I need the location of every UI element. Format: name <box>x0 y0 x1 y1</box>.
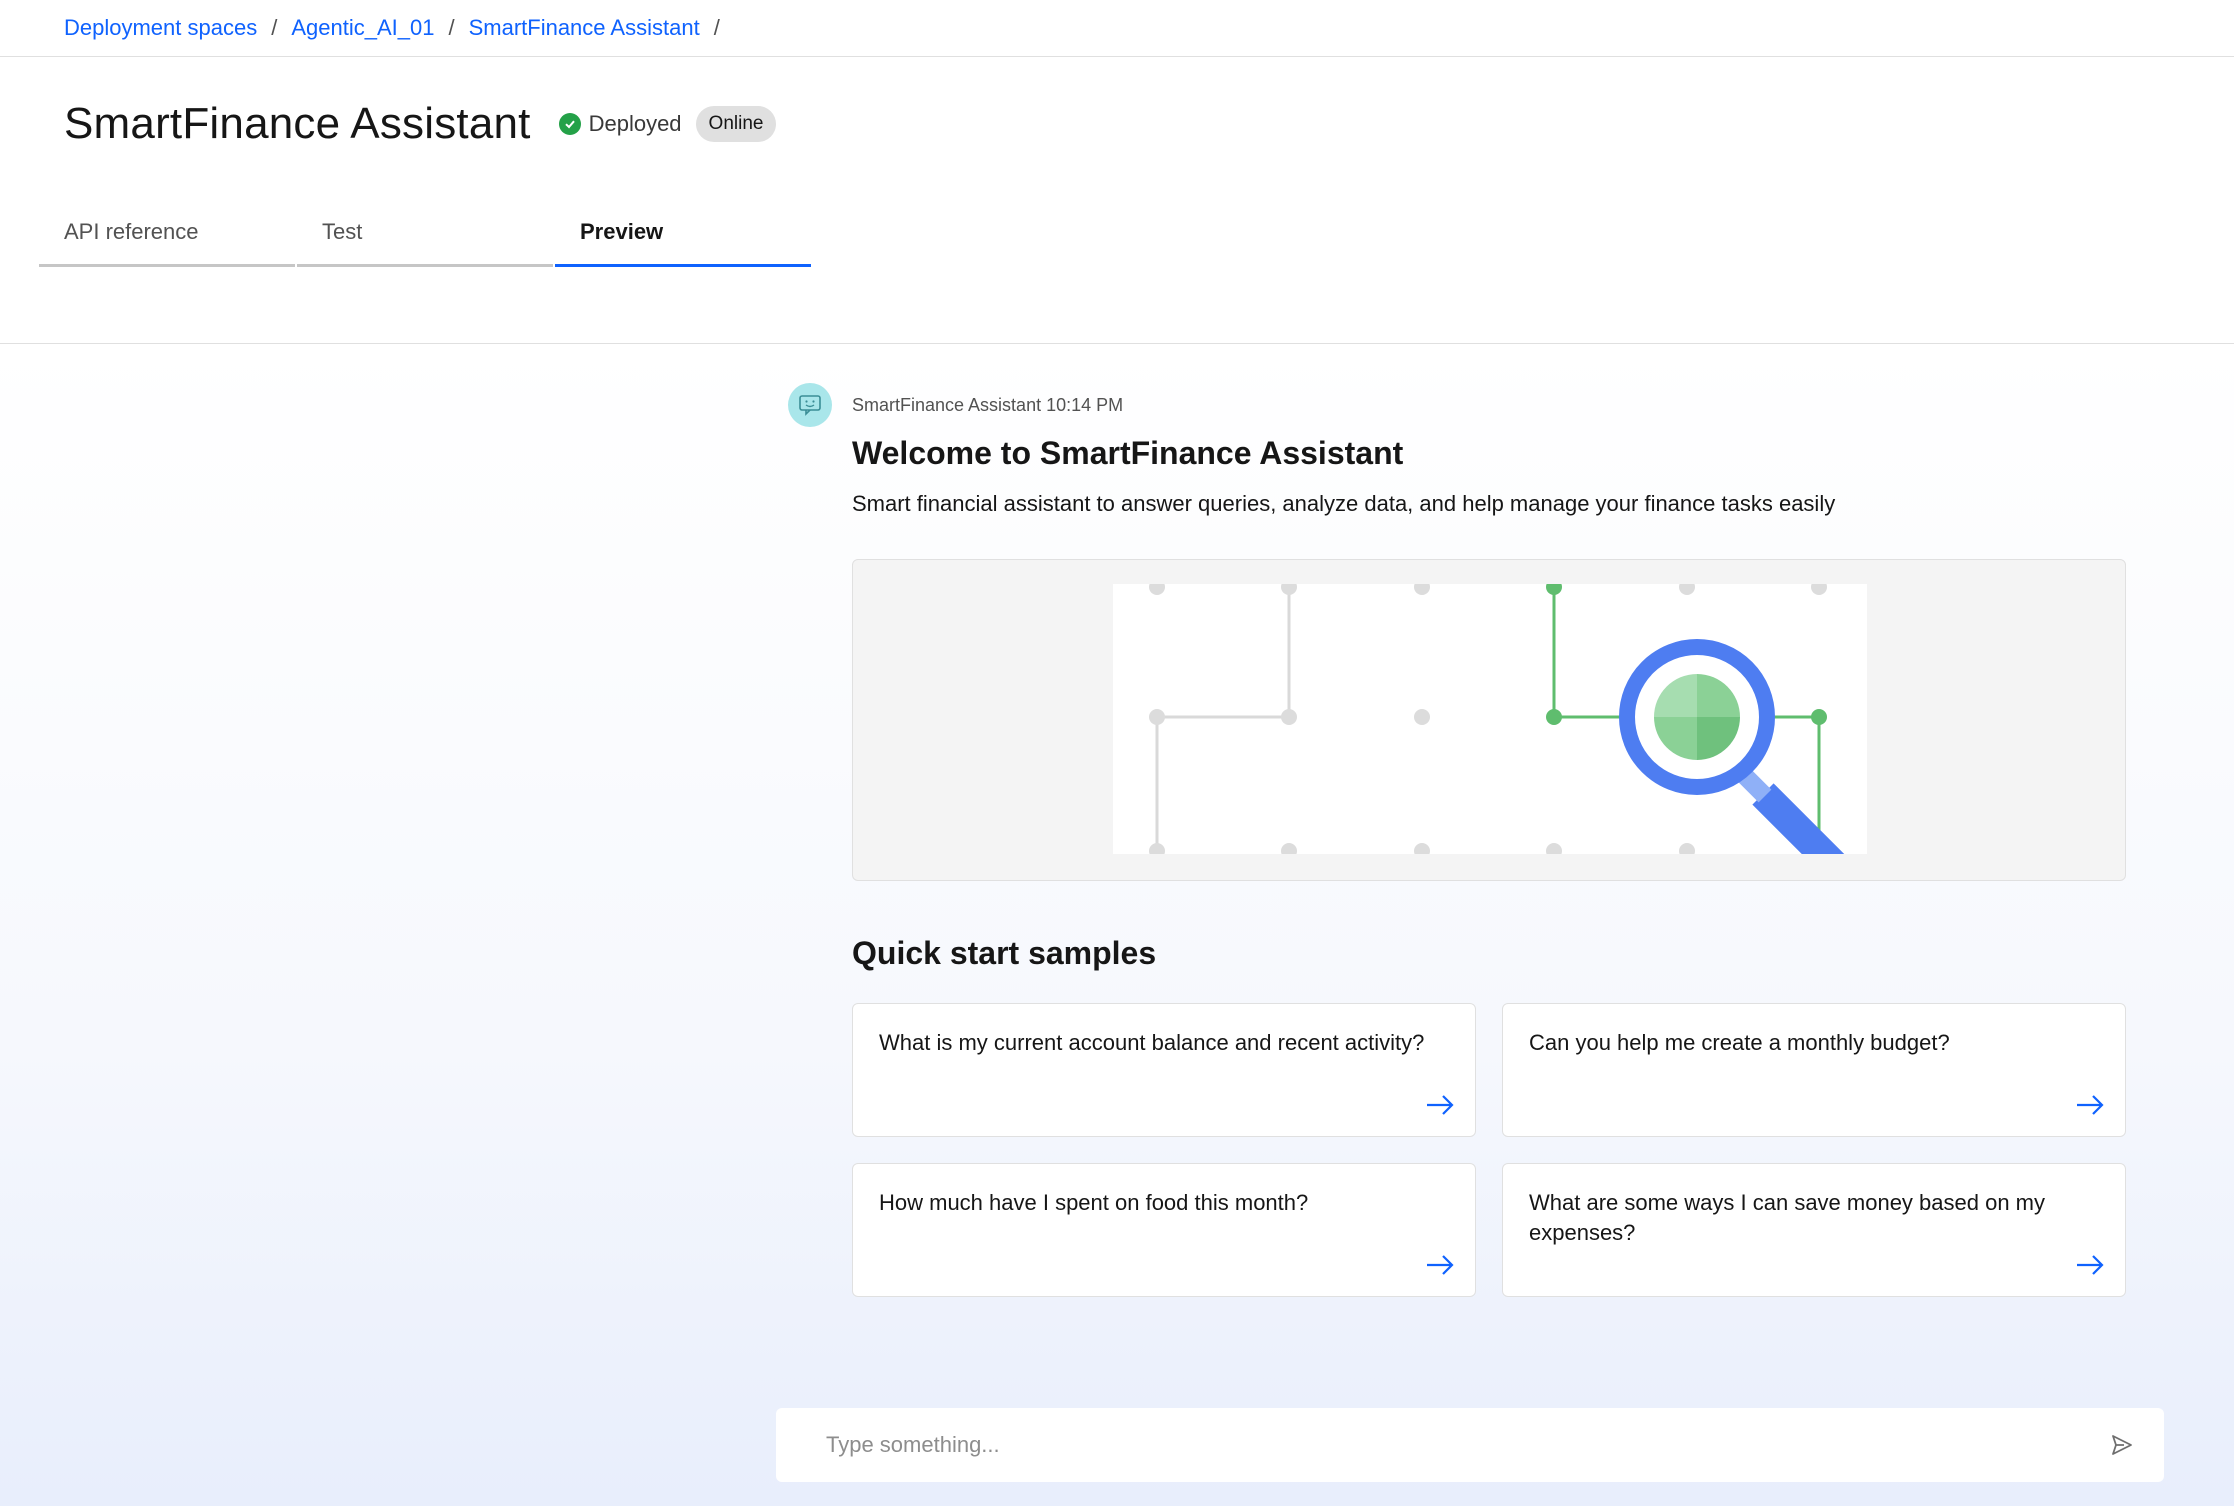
chat-input-bar <box>776 1408 2164 1482</box>
quick-start-card-text: Can you help me create a monthly budget? <box>1529 1030 1950 1055</box>
quick-start-card[interactable]: Can you help me create a monthly budget? <box>1502 1003 2126 1137</box>
deployment-status: Deployed <box>558 111 682 137</box>
chat-input[interactable] <box>826 1432 2110 1458</box>
arrow-right-icon <box>2077 1255 2104 1275</box>
arrow-right-icon <box>1427 1095 1454 1115</box>
breadcrumb-smartfinance[interactable]: SmartFinance Assistant <box>469 15 700 41</box>
tab-preview[interactable]: Preview <box>555 207 811 267</box>
assistant-avatar <box>788 383 832 427</box>
tab-test[interactable]: Test <box>297 207 553 267</box>
check-circle-icon <box>558 113 581 135</box>
arrow-right-icon <box>1427 1255 1454 1275</box>
breadcrumb-separator: / <box>448 15 455 40</box>
quick-start-card-text: How much have I spent on food this month… <box>879 1190 1309 1215</box>
page-title: SmartFinance Assistant <box>64 99 531 148</box>
status-label: Deployed <box>588 111 682 136</box>
hero-illustration-panel <box>852 559 2126 895</box>
quick-start-card-text: What is my current account balance and r… <box>879 1030 1425 1055</box>
quick-start-card[interactable]: How much have I spent on food this month… <box>852 1163 1476 1297</box>
quick-start-card-text: What are some ways I can save money base… <box>1529 1190 2046 1245</box>
assistant-description: Smart financial assistant to answer quer… <box>852 491 1836 516</box>
status-badge: Online <box>695 106 777 142</box>
welcome-heading: Welcome to SmartFinance Assistant <box>852 435 1404 471</box>
arrow-right-icon <box>2077 1095 2104 1115</box>
breadcrumb-separator: / <box>713 15 720 40</box>
breadcrumb-deployment-spaces[interactable]: Deployment spaces <box>64 15 257 41</box>
page-header: SmartFinance Assistant Deployed Online A… <box>0 57 2234 344</box>
breadcrumb: Deployment spaces / Agentic_AI_01 / Smar… <box>0 0 2234 57</box>
send-button[interactable] <box>2110 1433 2134 1457</box>
breadcrumb-separator: / <box>271 15 278 40</box>
message-meta: SmartFinance Assistant 10:14 PM <box>852 395 1124 415</box>
send-icon <box>2112 1435 2132 1455</box>
chat-area: SmartFinance Assistant 10:14 PM Welcome … <box>0 345 2234 1506</box>
quick-start-title: Quick start samples <box>852 935 1157 971</box>
quick-start-card[interactable]: What is my current account balance and r… <box>852 1003 1476 1137</box>
quick-start-card[interactable]: What are some ways I can save money base… <box>1502 1163 2126 1297</box>
chat-bot-icon <box>799 395 821 416</box>
title-row: SmartFinance Assistant Deployed Online <box>64 99 777 149</box>
breadcrumb-agentic-ai[interactable]: Agentic_AI_01 <box>291 15 434 41</box>
hero-illustration <box>1113 579 1867 895</box>
tab-api-reference[interactable]: API reference <box>39 207 295 267</box>
magnifier-network-illustration <box>1149 579 1864 895</box>
tab-list: API reference Test Preview <box>39 207 813 267</box>
